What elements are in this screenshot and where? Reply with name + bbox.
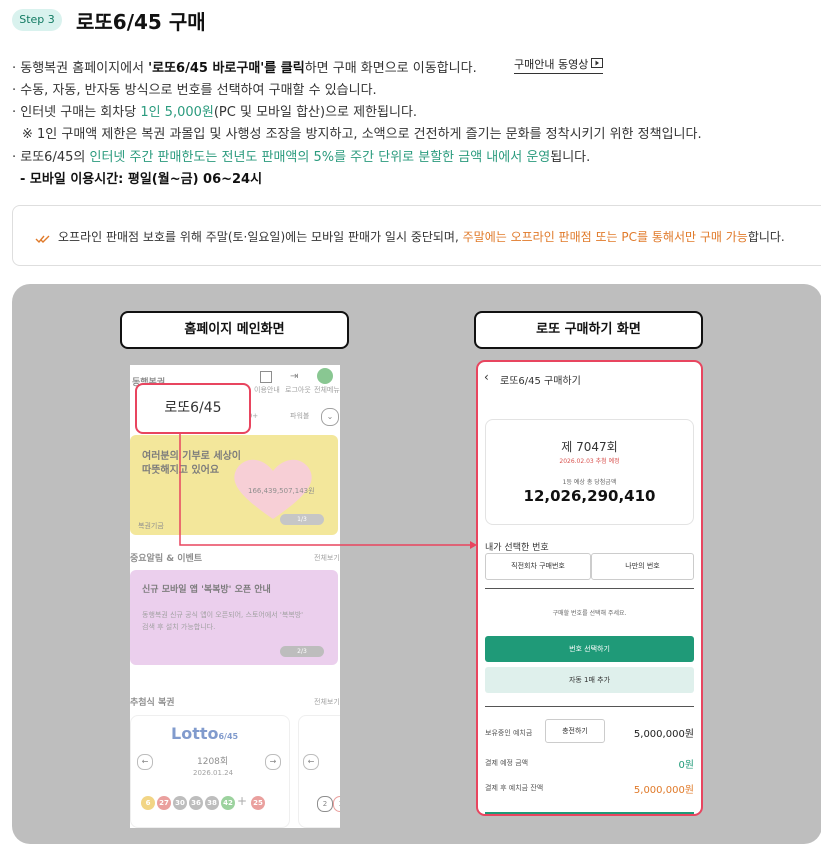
check-icon — [35, 229, 51, 248]
banner2-title: 신규 모바일 앱 '복복방' 오픈 안내 — [142, 585, 271, 595]
bullet-1: · 동행복권 홈페이지에서 '로또6/45 바로구매'를 클릭하면 구매 화면으… — [12, 61, 477, 76]
homepage-mock: 동행복권 이용안내 ⇥ 로그아웃 전체메뉴 연금720+ 파워볼 ⌄ 여러분의 … — [130, 365, 340, 828]
next-lottery-card[interactable]: ← 2 3 — [298, 715, 340, 828]
menu-icon — [317, 368, 333, 384]
bonus-plus: + — [237, 794, 248, 808]
logout-label: 로그아웃 — [285, 386, 311, 394]
lotto-logo: Lotto6/45 — [171, 724, 239, 743]
left-screen-label: 홈페이지 메인화면 — [120, 311, 349, 349]
page-title: 로또6/45 구매 — [76, 10, 206, 34]
pay-amount: 0원 — [678, 760, 694, 771]
purchase-screen-mock: ‹ 로또6/45 구매하기 제 7047회 2026.02.03 추첨 예정 1… — [476, 360, 703, 816]
divider-2 — [485, 706, 694, 707]
step-badge: Step 3 — [12, 9, 62, 31]
donation-banner: 여러분의 기부로 세상이 따뜻해지고 있어요 166,439,507,143원 … — [130, 435, 338, 535]
my-numbers-button[interactable]: 나만의 번호 — [591, 553, 694, 580]
draw-round: 제 7047회 — [561, 440, 618, 454]
banner2-pager[interactable]: 2/3 — [280, 646, 324, 657]
lotto-card[interactable]: Lotto6/45 ← → 1208회 2026.01.24 6 27 30 3… — [130, 715, 290, 828]
auto-add-button[interactable]: 자동 1매 추가 — [485, 667, 694, 693]
balance-amount: 5,000,000원 — [633, 729, 694, 740]
draw-date: 2026.02.03 추첨 예정 — [559, 458, 620, 465]
bullet-3: · 인터넷 구매는 회차당 1인 5,000원(PC 및 모바일 합산)으로 제… — [12, 105, 418, 120]
video-guide-link[interactable]: 구매안내 동영상 — [514, 55, 604, 74]
empty-selection-msg: 구매할 번호를 선택해 주세요. — [552, 610, 627, 617]
prev-icon[interactable]: ← — [303, 754, 319, 770]
after-amount: 5,000,000원 — [633, 785, 694, 796]
notice-text: 오프라인 판매점 보호를 위해 주말(토·일요일)에는 모바일 판매가 일시 중… — [58, 230, 785, 244]
pay-label: 결제 예정 금액 — [485, 759, 529, 767]
prize-label: 1등 예상 총 당첨금액 — [562, 479, 617, 486]
my-numbers-label: 내가 선택한 번호 — [485, 543, 549, 553]
app-banner: 신규 모바일 앱 '복복방' 오픈 안내 동행복권 신규 공식 앱이 오픈되어,… — [130, 570, 338, 665]
prev-round-icon[interactable]: ← — [137, 754, 153, 770]
ball-1: 6 — [141, 796, 155, 810]
ball-6: 42 — [221, 796, 235, 810]
lotto-round: 1208회 — [197, 757, 229, 767]
menu-label: 전체메뉴 — [314, 386, 340, 394]
banner1-amount: 166,439,507,143원 — [248, 487, 315, 495]
banner1-line1: 여러분의 기부로 세상이 — [142, 451, 241, 462]
guide-label: 이용안내 — [254, 386, 280, 394]
notice-more-link[interactable]: 전체보기 — [314, 553, 340, 563]
charge-button[interactable]: 충전하기 — [545, 719, 605, 743]
next-round-icon[interactable]: → — [265, 754, 281, 770]
ball-3: 30 — [173, 796, 187, 810]
chevron-down-icon: ⌄ — [321, 408, 339, 426]
ball-2: 27 — [157, 796, 171, 810]
prize-amount: 12,026,290,410 — [523, 487, 656, 505]
fund-link[interactable]: 복권기금 — [138, 521, 164, 531]
section-lottery-title: 추첨식 복권 — [130, 698, 175, 708]
prev-numbers-button[interactable]: 직전회차 구매번호 — [485, 553, 591, 580]
ball-5: 38 — [205, 796, 219, 810]
guide-icon — [260, 371, 272, 383]
draw-info-card: 제 7047회 2026.02.03 추첨 예정 1등 예상 총 당첨금액 12… — [485, 419, 694, 525]
section-notice-title: 중요알림 & 이벤트 — [130, 554, 203, 564]
select-numbers-button[interactable]: 번호 선택하기 — [485, 636, 694, 662]
ball-4: 36 — [189, 796, 203, 810]
bullet-4: · 로또6/45의 인터넷 주간 판매한도는 전년도 판매액의 5%를 주간 단… — [12, 150, 591, 165]
tab-powerball: 파워볼 — [290, 412, 310, 420]
banner2-desc1: 동행복권 신규 공식 앱이 오픈되어, 스토어에서 '복복방' — [142, 611, 304, 619]
lottery-more-link[interactable]: 전체보기 — [314, 697, 340, 707]
bullet-3-note: ※ 1인 구매액 제한은 복권 과몰입 및 사행성 조장을 방지하고, 소액으로… — [22, 127, 702, 142]
lotto-quick-buy-highlight[interactable]: 로또6/45 — [135, 383, 251, 434]
next-ball-2: 3 — [333, 796, 340, 812]
balance-label: 보유중인 예치금 — [485, 729, 533, 737]
mobile-hours: - 모바일 이용시간: 평일(월~금) 06~24시 — [20, 172, 263, 187]
banner1-pager[interactable]: 1/3 — [280, 514, 324, 525]
right-screen-label: 로또 구매하기 화면 — [474, 311, 703, 349]
bullet-2: · 수동, 자동, 반자동 방식으로 번호를 선택하여 구매할 수 있습니다. — [12, 83, 377, 98]
pay-button-edge[interactable] — [485, 812, 694, 814]
purchase-title: 로또6/45 구매하기 — [500, 376, 581, 387]
logout-icon: ⇥ — [290, 371, 299, 382]
after-label: 결제 후 예치금 잔액 — [485, 784, 544, 792]
lotto-date: 2026.01.24 — [193, 769, 234, 777]
back-icon[interactable]: ‹ — [484, 370, 489, 384]
banner1-line2: 따뜻해지고 있어요 — [142, 465, 220, 476]
play-icon — [591, 57, 604, 71]
next-ball-1: 2 — [317, 796, 333, 812]
banner2-desc2: 검색 후 설치 가능합니다. — [142, 623, 216, 631]
ball-bonus: 25 — [251, 796, 265, 810]
divider — [485, 588, 694, 589]
